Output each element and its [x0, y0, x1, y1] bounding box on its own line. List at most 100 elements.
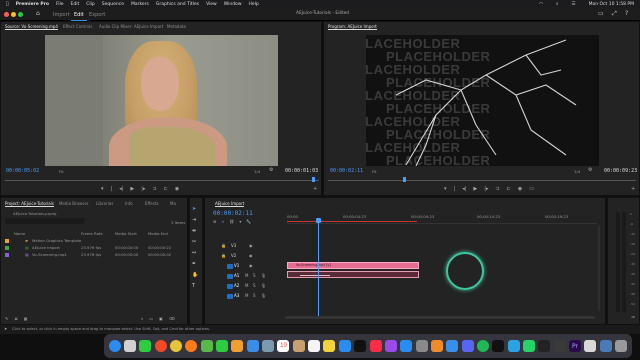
program-scrubber[interactable]: [328, 180, 636, 181]
track-label[interactable]: A1: [234, 273, 239, 278]
playhead-handle[interactable]: [316, 218, 321, 223]
eye-icon[interactable]: ◉: [249, 253, 253, 258]
photos-icon[interactable]: [231, 340, 244, 352]
mute-button[interactable]: M: [245, 293, 248, 298]
podcasts-icon[interactable]: [384, 340, 397, 352]
mic-icon[interactable]: 🎙: [261, 293, 266, 298]
mute-button[interactable]: M: [245, 283, 248, 288]
lift-icon[interactable]: ⊐: [495, 186, 499, 192]
menu-help[interactable]: Help: [249, 2, 259, 7]
add-button-icon[interactable]: +: [313, 186, 317, 192]
nest-icon[interactable]: ⊞: [213, 219, 216, 224]
add-marker-icon[interactable]: ▾: [239, 219, 241, 224]
chrome-icon[interactable]: [170, 340, 183, 352]
wrench-icon[interactable]: ⚙: [269, 167, 273, 173]
timeline-timecode[interactable]: 00:00:02:11: [213, 210, 253, 217]
tab-effects[interactable]: Effects: [145, 201, 159, 206]
list-view-icon[interactable]: ≣: [14, 316, 17, 321]
program-timecode[interactable]: 00:00:02:11: [330, 168, 363, 174]
timeline-horizontal-scrollbar[interactable]: [285, 316, 595, 319]
tab-markers[interactable]: Ma: [170, 201, 176, 206]
help-icon[interactable]: ?: [625, 10, 628, 17]
tab-export[interactable]: Export: [86, 10, 108, 20]
program-zoom-select[interactable]: Fit: [372, 169, 376, 174]
mute-button[interactable]: M: [245, 273, 248, 278]
source-quality-select[interactable]: 1/4: [254, 169, 260, 174]
track-select-tool-icon[interactable]: ⇥: [192, 217, 198, 223]
hand-tool-icon[interactable]: ✋: [192, 272, 198, 278]
add-button-icon[interactable]: +: [631, 186, 635, 192]
track-label[interactable]: V2: [231, 253, 236, 258]
list-item[interactable]: ▤ AEJuice Import 23.976 fps 00:00:00:00 …: [5, 245, 185, 252]
tab-audio-clip-mixer[interactable]: Audio Clip Mixer: AEJuice Import: [99, 24, 163, 29]
step-forward-icon[interactable]: |▸: [141, 186, 145, 192]
step-forward-icon[interactable]: |▸: [484, 186, 488, 192]
track-label[interactable]: A3: [234, 293, 239, 298]
trash-icon[interactable]: [615, 340, 628, 352]
mark-out-icon[interactable]: |: [454, 186, 456, 192]
slip-tool-icon[interactable]: ↔: [192, 250, 198, 256]
firefox-icon[interactable]: [185, 340, 198, 352]
type-tool-icon[interactable]: T: [192, 283, 198, 289]
launchpad-icon[interactable]: [124, 340, 137, 352]
work-area-bar[interactable]: [287, 221, 417, 222]
program-video-frame[interactable]: PLACEHOLDER PLACEHOLDER PLACEHOLDER PLAC…: [366, 35, 599, 166]
tab-program[interactable]: Program: AEJuice Import: [328, 24, 377, 30]
messages-icon[interactable]: [139, 340, 152, 352]
tab-effect-controls[interactable]: Effect Controls: [63, 24, 92, 29]
extract-icon[interactable]: ⊏: [507, 186, 511, 192]
finder-icon[interactable]: [108, 340, 121, 352]
timeline-vertical-scrollbar[interactable]: [598, 226, 600, 311]
davinci-icon[interactable]: [553, 340, 566, 352]
ripple-edit-tool-icon[interactable]: ⇼: [192, 228, 198, 234]
wifi-icon[interactable]: ◠: [539, 2, 543, 7]
menu-markers[interactable]: Markers: [131, 2, 149, 7]
pages-icon[interactable]: [430, 340, 443, 352]
obs-icon[interactable]: [538, 340, 551, 352]
minimize-window-icon[interactable]: [11, 12, 16, 17]
column-media-start[interactable]: Media Start: [115, 231, 137, 236]
new-item-icon[interactable]: ▣: [159, 316, 163, 321]
mark-in-icon[interactable]: ▾: [444, 186, 447, 192]
lock-icon[interactable]: 🔒: [221, 243, 226, 248]
settings-icon[interactable]: 🔧: [246, 219, 251, 224]
eye-icon[interactable]: ◉: [249, 263, 253, 268]
image-viewer-icon[interactable]: [584, 340, 597, 352]
source-timecode[interactable]: 00:00:05:02: [6, 168, 39, 174]
home-icon[interactable]: ⌂: [36, 10, 40, 17]
spotify-icon[interactable]: [476, 340, 489, 352]
icon-view-icon[interactable]: ▦: [24, 316, 28, 321]
export-frame-icon[interactable]: ◉: [518, 186, 522, 192]
razor-tool-icon[interactable]: ✂: [192, 239, 198, 245]
source-zoom-select[interactable]: Fit: [59, 169, 63, 174]
capcut-icon[interactable]: [492, 340, 505, 352]
menu-edit[interactable]: Edit: [71, 2, 80, 7]
notes-icon[interactable]: [323, 340, 336, 352]
menu-clip[interactable]: Clip: [86, 2, 95, 7]
overwrite-icon[interactable]: ⊏: [164, 186, 168, 192]
source-patch-a1[interactable]: [227, 274, 233, 279]
zoom-window-icon[interactable]: [18, 12, 23, 17]
finder-2-icon[interactable]: [262, 340, 275, 352]
program-quality-select[interactable]: 1/4: [574, 169, 580, 174]
tab-import[interactable]: Import: [50, 10, 73, 20]
search-icon[interactable]: ⌕: [556, 1, 559, 7]
solo-button[interactable]: S: [253, 283, 256, 288]
column-name[interactable]: Name: [14, 231, 25, 236]
project-search-input[interactable]: [5, 218, 85, 224]
program-playhead[interactable]: [403, 177, 406, 182]
workspaces-icon[interactable]: ▭: [598, 10, 604, 17]
menu-graphics[interactable]: Graphics and Titles: [156, 2, 199, 7]
mic-icon[interactable]: 🎙: [261, 283, 266, 288]
facetime-icon[interactable]: [216, 340, 229, 352]
step-back-icon[interactable]: ◂|: [119, 186, 123, 192]
telegram-icon[interactable]: [507, 340, 520, 352]
insert-icon[interactable]: ⊐: [152, 186, 156, 192]
tab-media-browser[interactable]: Media Browser: [59, 201, 89, 206]
selection-tool-icon[interactable]: ➤: [192, 206, 198, 212]
source-patch-v1[interactable]: [227, 264, 233, 269]
app-store-icon[interactable]: [400, 340, 413, 352]
calendar-icon[interactable]: 10: [277, 340, 290, 352]
pencil-icon[interactable]: ✎: [5, 316, 8, 321]
source-scrubber[interactable]: [5, 180, 319, 181]
